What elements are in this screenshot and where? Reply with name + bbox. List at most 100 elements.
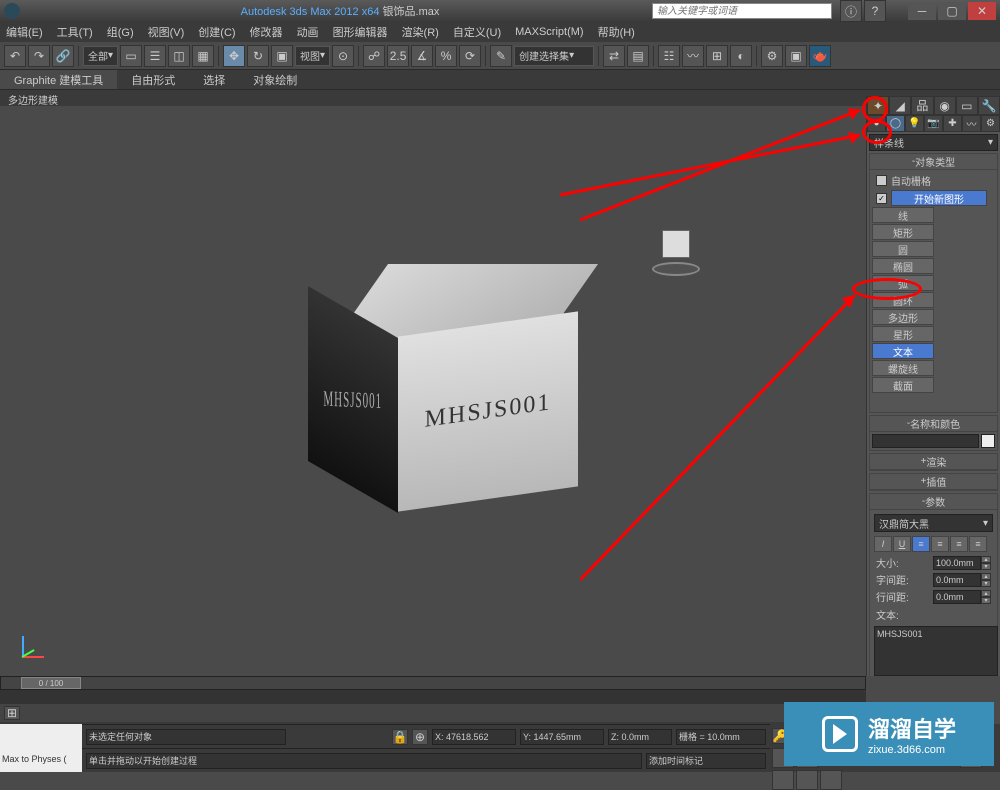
transform-type-icon[interactable]: ⊕ — [412, 729, 428, 745]
track-bar[interactable]: ⊞ — [0, 704, 866, 722]
rollout-params[interactable]: - 参数 — [870, 494, 997, 510]
menu-modifiers[interactable]: 修改器 — [250, 24, 283, 40]
kerning-spinner[interactable]: 0.0mm — [933, 573, 981, 587]
shape-star[interactable]: 星形 — [872, 326, 934, 342]
shape-category[interactable]: 样条线▾ — [869, 134, 998, 151]
shape-ellipse[interactable]: 椭圆 — [872, 258, 934, 274]
shape-rect[interactable]: 矩形 — [872, 224, 934, 240]
scale-icon[interactable]: ▣ — [271, 45, 293, 67]
info-icon[interactable]: ⓘ — [840, 0, 862, 22]
startshape-checkbox[interactable]: ✓ — [876, 193, 887, 204]
curve-editor-icon[interactable]: 〰 — [682, 45, 704, 67]
menu-edit[interactable]: 编辑(E) — [6, 24, 43, 40]
align-center-button[interactable]: ≡ — [931, 536, 949, 552]
named-selection[interactable]: 创建选择集 ▾ — [514, 46, 594, 66]
schematic-icon[interactable]: ⊞ — [706, 45, 728, 67]
minimize-button[interactable]: ─ — [908, 2, 936, 20]
material-icon[interactable]: ◐ — [730, 45, 752, 67]
font-dropdown[interactable]: 汉鼎简大黑▾ — [874, 514, 993, 532]
rollout-objtype[interactable]: - 对象类型 — [870, 154, 997, 170]
maximize-vp-icon[interactable] — [820, 770, 842, 790]
time-ruler[interactable] — [0, 690, 866, 704]
edit-named-sel-icon[interactable]: ✎ — [490, 45, 512, 67]
shape-text[interactable]: 文本 — [872, 343, 934, 359]
snap-toggle-icon[interactable]: 2.5 — [387, 45, 409, 67]
size-spinner[interactable]: 100.0mm — [933, 556, 981, 570]
autogrid-checkbox[interactable] — [876, 175, 887, 186]
motion-tab-icon[interactable]: ◉ — [934, 96, 956, 115]
ribbon-tab-select[interactable]: 选择 — [189, 70, 239, 89]
spinner-snap-icon[interactable]: ⟳ — [459, 45, 481, 67]
coord-y[interactable]: Y: 1447.65mm — [520, 729, 604, 745]
ribbon-tab-freeform[interactable]: 自由形式 — [117, 70, 189, 89]
align-right-button[interactable]: ≡ — [950, 536, 968, 552]
selection-filter[interactable]: 全部 ▾ — [83, 46, 118, 66]
undo-icon[interactable]: ↶ — [4, 45, 26, 67]
leading-spinner[interactable]: 0.0mm — [933, 590, 981, 604]
menu-create[interactable]: 创建(C) — [198, 24, 235, 40]
move-icon[interactable]: ✥ — [223, 45, 245, 67]
maxscript-listener[interactable]: Max to Physes ( — [0, 724, 82, 772]
shape-arc[interactable]: 弧 — [872, 275, 934, 291]
menu-grapheditor[interactable]: 图形编辑器 — [333, 24, 388, 40]
shapes-icon[interactable]: ◯ — [886, 115, 905, 132]
modify-tab-icon[interactable]: ◢ — [889, 96, 911, 115]
angle-snap-icon[interactable]: ∡ — [411, 45, 433, 67]
size-up[interactable]: ▴ — [981, 556, 991, 563]
help-search-input[interactable] — [652, 3, 832, 19]
menu-customize[interactable]: 自定义(U) — [453, 24, 501, 40]
link-icon[interactable]: 🔗 — [52, 45, 74, 67]
window-crossing-icon[interactable]: ▦ — [192, 45, 214, 67]
menu-help[interactable]: 帮助(H) — [598, 24, 635, 40]
coord-x[interactable]: X: 47618.562 — [432, 729, 516, 745]
maximize-button[interactable]: ▢ — [938, 2, 966, 20]
rollout-name[interactable]: - 名称和颜色 — [870, 416, 997, 432]
space-warps-icon[interactable]: 〰 — [962, 115, 981, 132]
object-color-swatch[interactable] — [981, 434, 995, 448]
menu-group[interactable]: 组(G) — [107, 24, 134, 40]
menu-render[interactable]: 渲染(R) — [402, 24, 439, 40]
zoom-icon[interactable] — [772, 770, 794, 790]
shape-ngon[interactable]: 多边形 — [872, 309, 934, 325]
lights-icon[interactable]: 💡 — [905, 115, 924, 132]
italic-button[interactable]: I — [874, 536, 892, 552]
select-name-icon[interactable]: ☰ — [144, 45, 166, 67]
systems-icon[interactable]: ⚙ — [981, 115, 1000, 132]
helpers-icon[interactable]: ✚ — [943, 115, 962, 132]
menu-animation[interactable]: 动画 — [297, 24, 319, 40]
coord-z[interactable]: Z: 0.0mm — [608, 729, 672, 745]
size-down[interactable]: ▾ — [981, 563, 991, 570]
render-setup-icon[interactable]: ⚙ — [761, 45, 783, 67]
display-tab-icon[interactable]: ▭ — [956, 96, 978, 115]
text-input[interactable]: MHSJS001 — [874, 626, 998, 676]
time-thumb[interactable]: 0 / 100 — [21, 677, 81, 689]
render-frame-icon[interactable]: ▣ — [785, 45, 807, 67]
ribbon-tab-paint[interactable]: 对象绘制 — [239, 70, 311, 89]
view-cube[interactable] — [646, 226, 706, 276]
mirror-icon[interactable]: ⇄ — [603, 45, 625, 67]
cameras-icon[interactable]: 📷 — [924, 115, 943, 132]
align-left-button[interactable]: ≡ — [912, 536, 930, 552]
shape-line[interactable]: 线 — [872, 207, 934, 223]
orbit-icon[interactable] — [796, 770, 818, 790]
lock-icon[interactable]: 🔒 — [392, 729, 408, 745]
shape-donut[interactable]: 圆环 — [872, 292, 934, 308]
shape-circle[interactable]: 圆 — [872, 241, 934, 257]
object-name-input[interactable] — [872, 434, 979, 448]
shape-helix[interactable]: 螺旋线 — [872, 360, 934, 376]
hierarchy-tab-icon[interactable]: 品 — [911, 96, 933, 115]
geometry-icon[interactable]: ● — [867, 115, 886, 132]
rollout-interp[interactable]: + 插值 — [870, 474, 997, 490]
render-icon[interactable]: 🫖 — [809, 45, 831, 67]
rollout-render[interactable]: + 渲染 — [870, 454, 997, 470]
select-region-icon[interactable]: ◫ — [168, 45, 190, 67]
align-icon[interactable]: ▤ — [627, 45, 649, 67]
layers-icon[interactable]: ☷ — [658, 45, 680, 67]
create-tab-icon[interactable]: ✦ — [867, 96, 889, 115]
select-icon[interactable]: ▭ — [120, 45, 142, 67]
manipulate-icon[interactable]: ☍ — [363, 45, 385, 67]
percent-snap-icon[interactable]: % — [435, 45, 457, 67]
help-icon[interactable]: ? — [864, 0, 886, 22]
shape-section[interactable]: 截面 — [872, 377, 934, 393]
close-button[interactable]: ✕ — [968, 2, 996, 20]
